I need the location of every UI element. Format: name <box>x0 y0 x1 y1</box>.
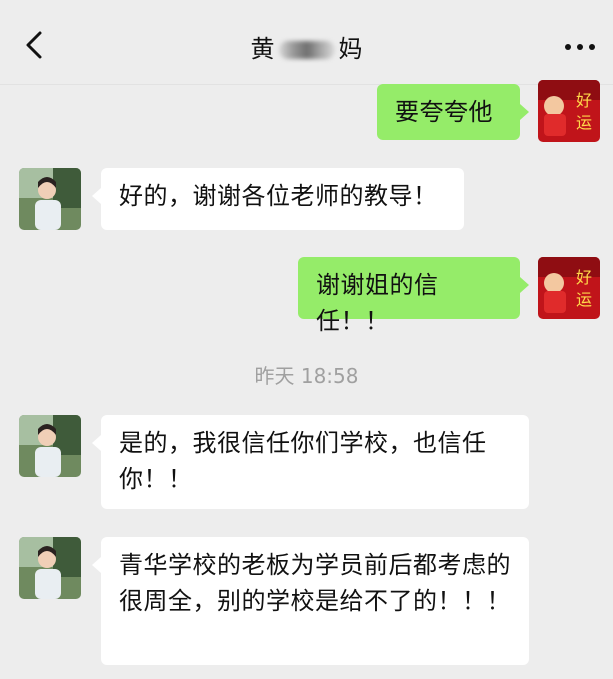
message-text: 要夸夸他 <box>395 98 493 126</box>
chat-title-start: 黄 <box>250 35 275 63</box>
outgoing-message-bubble[interactable]: 谢谢姐的信任！！ <box>298 257 529 335</box>
message-timestamp: 昨天 18:58 <box>254 364 359 388</box>
chat-title-end: 妈 <box>338 35 363 63</box>
chat-header: 黄妈 <box>0 0 613 85</box>
incoming-message-bubble[interactable]: 好的，谢谢各位老师的教导！ <box>92 168 464 230</box>
self-avatar[interactable]: 好 运 <box>538 257 600 319</box>
svg-text:运: 运 <box>576 113 592 132</box>
more-horizontal-icon[interactable] <box>565 44 595 52</box>
svg-text:运: 运 <box>576 290 592 309</box>
contact-avatar[interactable] <box>19 537 81 599</box>
contact-avatar[interactable] <box>19 415 81 477</box>
chat-title: 黄妈 <box>0 34 613 64</box>
message-text: 好的，谢谢各位老师的教导！ <box>119 182 438 210</box>
redacted-name-blur <box>278 41 335 59</box>
contact-avatar[interactable] <box>19 168 81 230</box>
message-text: 谢谢姐的信任！！ <box>316 271 439 335</box>
incoming-message-bubble[interactable]: 是的，我很信任你们学校，也信任你！！ <box>92 415 529 509</box>
message-text: 青华学校的老板为学员前后都考虑的很周全，别的学校是给不了的！！！ <box>119 551 511 615</box>
message-text: 是的，我很信任你们学校，也信任你！！ <box>119 429 487 493</box>
incoming-message-bubble[interactable]: 青华学校的老板为学员前后都考虑的很周全，别的学校是给不了的！！！ <box>92 537 529 665</box>
outgoing-message-bubble[interactable]: 要夸夸他 <box>377 84 529 140</box>
avatar-fortune-text: 好 <box>576 268 592 287</box>
self-avatar[interactable]: 好 运 <box>538 80 600 142</box>
avatar-fortune-text: 好 <box>576 91 592 110</box>
